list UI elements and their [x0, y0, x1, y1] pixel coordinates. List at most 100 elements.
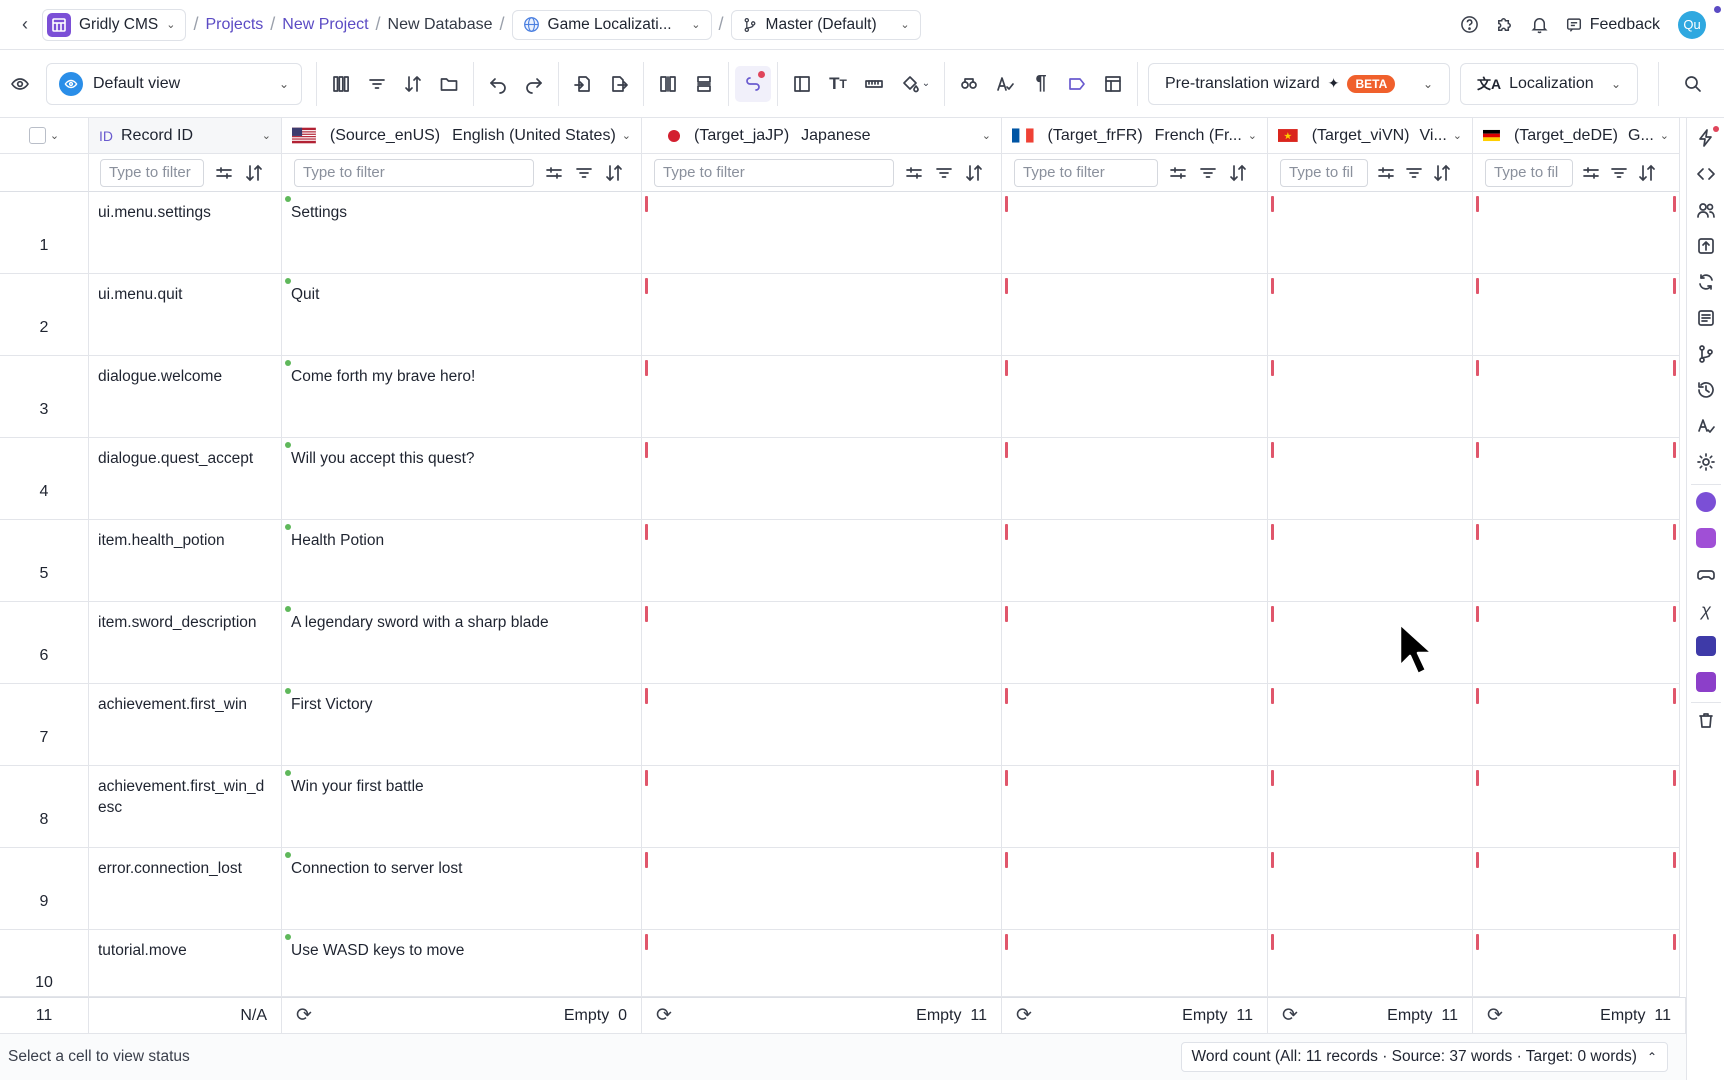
target-cell-vi[interactable] — [1268, 192, 1473, 274]
localization-button[interactable]: 文A Localization ⌄ — [1460, 62, 1638, 105]
refresh-icon[interactable]: ⟳ — [296, 1004, 312, 1027]
sort-icon[interactable] — [395, 66, 431, 102]
target-cell-de[interactable] — [1473, 192, 1680, 274]
folder-icon[interactable] — [431, 66, 467, 102]
source-cell[interactable]: Quit — [282, 274, 642, 356]
target-cell-fr[interactable] — [1002, 356, 1268, 438]
app-indigo-icon[interactable] — [1696, 636, 1716, 656]
columns-icon[interactable] — [323, 66, 359, 102]
chevron-down-icon[interactable]: ⌄ — [1248, 129, 1257, 142]
record-id-cell[interactable]: achievement.first_win_desc — [89, 766, 282, 848]
target-cell-fr[interactable] — [1002, 684, 1268, 766]
users-icon[interactable] — [1696, 200, 1716, 220]
select-all-header[interactable]: ⌄ — [0, 118, 89, 154]
record-id-cell[interactable]: dialogue.quest_accept — [89, 438, 282, 520]
target-cell-ja[interactable] — [642, 848, 1002, 930]
sort-icon[interactable] — [1637, 163, 1657, 183]
filter-input-japanese[interactable]: Type to filter — [654, 158, 894, 187]
row-insert-icon[interactable] — [686, 66, 722, 102]
chevron-down-icon[interactable]: ⌄ — [622, 129, 631, 142]
ruler-icon[interactable] — [856, 66, 892, 102]
record-id-cell[interactable]: ui.menu.settings — [89, 192, 282, 274]
target-cell-ja[interactable] — [642, 930, 1002, 997]
target-cell-fr[interactable] — [1002, 192, 1268, 274]
target-cell-vi[interactable] — [1268, 356, 1473, 438]
avatar[interactable]: Qu — [1678, 10, 1706, 39]
target-cell-fr[interactable] — [1002, 520, 1268, 602]
filter-input-french[interactable]: Type to filter — [1014, 158, 1158, 187]
trash-icon[interactable] — [1696, 710, 1716, 730]
filter-icon[interactable] — [1404, 163, 1424, 183]
filter-options-icon[interactable] — [904, 163, 924, 183]
target-cell-ja[interactable] — [642, 438, 1002, 520]
fill-color-icon[interactable]: ⌄ — [892, 66, 938, 102]
sort-icon[interactable] — [1432, 163, 1452, 183]
sort-icon[interactable] — [964, 163, 984, 183]
select-all-checkbox[interactable] — [28, 127, 46, 144]
filter-input-vietnamese[interactable]: Type to fil — [1280, 158, 1368, 187]
refresh-icon[interactable]: ⟳ — [1016, 1004, 1032, 1027]
sort-icon[interactable] — [1228, 163, 1248, 183]
eye-settings-icon[interactable] — [2, 66, 38, 102]
find-replace-icon[interactable] — [951, 66, 987, 102]
upload-icon[interactable] — [1696, 236, 1716, 256]
function-icon[interactable]: χ — [1696, 600, 1716, 620]
refresh-icon[interactable]: ⟳ — [1282, 1004, 1298, 1027]
target-cell-de[interactable] — [1473, 602, 1680, 684]
column-insert-icon[interactable] — [650, 66, 686, 102]
feedback-button[interactable]: Feedback — [1565, 16, 1660, 34]
target-cell-fr[interactable] — [1002, 766, 1268, 848]
puzzle-icon[interactable] — [1495, 15, 1514, 34]
target-cell-de[interactable] — [1473, 766, 1680, 848]
column-header-target-jajp[interactable]: (Target_jaJP) Japanese ⌄ — [642, 118, 1002, 154]
target-cell-fr[interactable] — [1002, 438, 1268, 520]
column-header-target-vivn[interactable]: (Target_viVN) Vi... ⌄ — [1268, 118, 1473, 154]
git-branch-icon[interactable] — [1696, 344, 1716, 364]
target-cell-vi[interactable] — [1268, 684, 1473, 766]
target-cell-vi[interactable] — [1268, 602, 1473, 684]
column-header-source-enus[interactable]: (Source_enUS) English (United States) ⌄ — [282, 118, 642, 154]
record-id-cell[interactable]: item.health_potion — [89, 520, 282, 602]
source-cell[interactable]: Will you accept this quest? — [282, 438, 642, 520]
target-cell-de[interactable] — [1473, 274, 1680, 356]
filter-input-german[interactable]: Type to fil — [1485, 158, 1573, 187]
lightning-icon[interactable] — [1696, 126, 1719, 148]
target-cell-fr[interactable] — [1002, 274, 1268, 356]
target-cell-de[interactable] — [1473, 520, 1680, 602]
target-cell-vi[interactable] — [1268, 520, 1473, 602]
filter-icon[interactable] — [934, 163, 954, 183]
target-cell-de[interactable] — [1473, 684, 1680, 766]
filter-icon[interactable] — [359, 66, 395, 102]
app-stack-icon[interactable] — [1696, 672, 1716, 692]
app-purple-icon[interactable] — [1696, 528, 1716, 548]
sort-icon[interactable] — [244, 163, 264, 183]
text-size-icon[interactable]: TT — [820, 66, 856, 102]
source-cell[interactable]: Connection to server lost — [282, 848, 642, 930]
filter-options-icon[interactable] — [1168, 163, 1188, 183]
undo-icon[interactable] — [480, 66, 516, 102]
refresh-icon[interactable]: ⟳ — [656, 1004, 672, 1027]
target-cell-fr[interactable] — [1002, 930, 1268, 997]
target-cell-vi[interactable] — [1268, 930, 1473, 997]
record-id-cell[interactable]: tutorial.move — [89, 930, 282, 997]
target-cell-ja[interactable] — [642, 602, 1002, 684]
tag-icon[interactable] — [1059, 66, 1095, 102]
chevron-down-icon[interactable]: ⌄ — [262, 129, 271, 142]
target-cell-ja[interactable] — [642, 766, 1002, 848]
translator-app-icon[interactable] — [1696, 492, 1716, 512]
breadcrumb-database[interactable]: New Database — [388, 16, 493, 34]
filter-input-record-id[interactable]: Type to filter — [100, 158, 204, 187]
grid-selector[interactable]: Game Localizati... ⌄ — [511, 9, 712, 40]
source-cell[interactable]: Win your first battle — [282, 766, 642, 848]
export-icon[interactable] — [601, 66, 637, 102]
game-controller-icon[interactable] — [1696, 564, 1716, 584]
source-cell[interactable]: First Victory — [282, 684, 642, 766]
filter-input-source[interactable]: Type to filter — [294, 158, 534, 187]
freeze-column-icon[interactable] — [784, 66, 820, 102]
record-id-cell[interactable]: achievement.first_win — [89, 684, 282, 766]
target-cell-de[interactable] — [1473, 438, 1680, 520]
sync-icon[interactable] — [1696, 272, 1716, 292]
target-cell-ja[interactable] — [642, 684, 1002, 766]
filter-options-icon[interactable] — [1581, 163, 1601, 183]
record-id-cell[interactable]: error.connection_lost — [89, 848, 282, 930]
